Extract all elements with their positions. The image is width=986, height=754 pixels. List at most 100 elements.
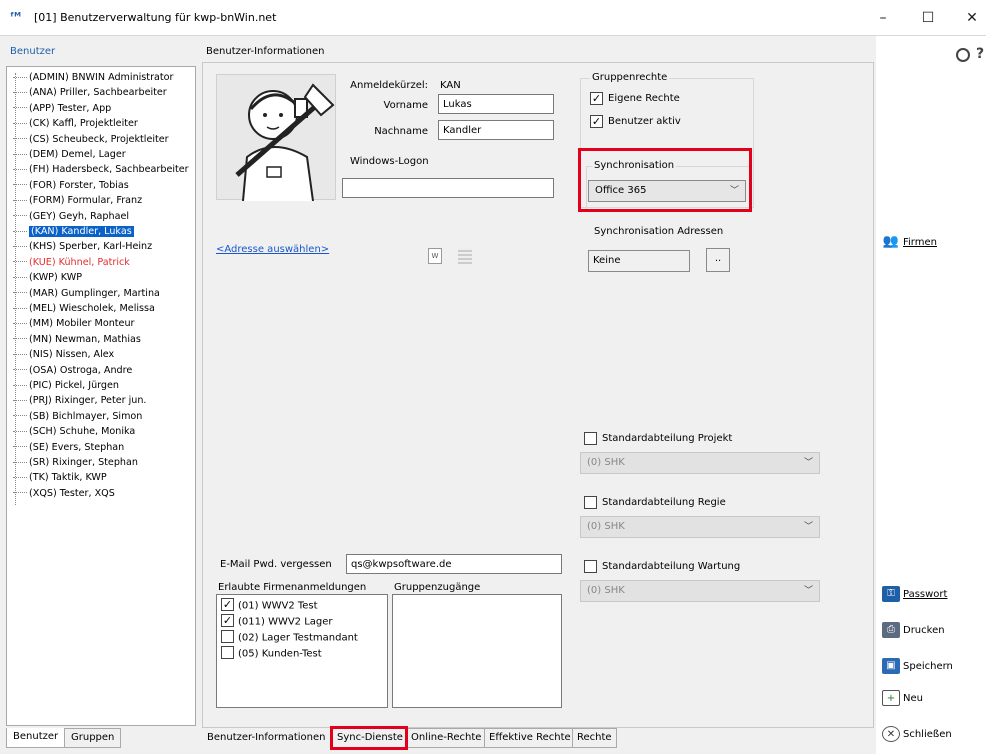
user-list-item[interactable]: (KWP) KWP — [13, 270, 82, 285]
user-list-item-label: (DEM) Demel, Lager — [29, 149, 126, 160]
std-regie-checkbox[interactable] — [584, 496, 597, 509]
close-button[interactable]: ✕ — [957, 6, 986, 30]
firma-list-item[interactable]: (05) Kunden-Test — [221, 646, 322, 661]
vorname-input[interactable] — [438, 94, 554, 114]
speichern-button[interactable]: ▣ Speichern — [882, 656, 953, 678]
firma-checkbox[interactable]: ✓ — [221, 614, 234, 627]
passwort-button[interactable]: ⚿ Passwort — [882, 584, 947, 606]
user-list-item-label: (OSA) Ostroga, Andre — [29, 364, 133, 376]
firmen-list[interactable]: ✓ (01) WWV2 Test ✓ (011) WWV2 Lager (02) Lag… — [216, 594, 388, 708]
user-list-item-label: (ADMIN) BNWIN Administrator — [29, 72, 174, 83]
std-wartung-checkbox[interactable] — [584, 560, 597, 573]
firma-label: (011) WWV2 Lager — [238, 616, 333, 628]
user-list-item-label: (PRJ) Rixinger, Peter jun. — [29, 395, 147, 407]
user-tree[interactable]: (ADMIN) BNWIN Administrator (ANA) Priller… — [6, 66, 196, 726]
neu-button[interactable]: + Neu — [882, 688, 923, 710]
user-list-item[interactable]: (NIS) Nissen, Alex — [13, 347, 114, 362]
benutzer-aktiv-checkbox[interactable]: ✓ — [590, 115, 603, 128]
user-list-item[interactable]: (FH) Hadersbeck, Sachbearbeiter — [13, 162, 189, 177]
user-list-item[interactable]: (MAR) Gumplinger, Martina — [13, 286, 160, 301]
firma-list-item[interactable]: ✓ (01) WWV2 Test — [221, 598, 318, 613]
help-icon[interactable]: ? — [976, 46, 984, 62]
nachname-input[interactable] — [438, 120, 554, 140]
maximize-button[interactable]: ☐ — [913, 6, 943, 30]
eigene-rechte-checkbox[interactable]: ✓ — [590, 92, 603, 105]
anmeldekuerzel-label: Anmeldekürzel: — [350, 80, 428, 91]
user-list-item[interactable]: (ANA) Priller, Sachbearbeiter — [13, 85, 167, 100]
std-projekt-dropdown[interactable]: (0) SHK ﹀ — [580, 452, 820, 474]
user-list-item[interactable]: (SR) Rixinger, Stephan — [13, 455, 138, 470]
user-list-item[interactable]: (XQS) Tester, XQS — [13, 486, 115, 501]
user-list-item[interactable]: (KHS) Sperber, Karl-Heinz — [13, 239, 152, 254]
user-list-item[interactable]: (DEM) Demel, Lager — [13, 147, 126, 162]
user-list-item[interactable]: (FORM) Formular, Franz — [13, 193, 142, 208]
user-list-item-label: (NIS) Nissen, Alex — [29, 349, 115, 361]
user-list-item[interactable]: (TK) Taktik, KWP — [13, 470, 107, 485]
kwp-logo-icon: ᶠᴹ — [10, 10, 22, 23]
user-list-item[interactable]: (MN) Newman, Mathias — [13, 332, 141, 347]
std-regie-dropdown[interactable]: (0) SHK ﹀ — [580, 516, 820, 538]
schliessen-button[interactable]: ✕ Schließen — [882, 724, 952, 746]
user-list-item[interactable]: (OSA) Ostroga, Andre — [13, 363, 132, 378]
user-list-item[interactable]: (PRJ) Rixinger, Peter jun. — [13, 393, 147, 408]
chevron-down-icon: ﹀ — [803, 586, 813, 596]
sync-adressen-button[interactable]: .. — [706, 248, 730, 272]
save-icon: ▣ — [882, 658, 900, 674]
user-list-item[interactable]: (APP) Tester, App — [13, 101, 111, 116]
gruppen-list[interactable] — [392, 594, 562, 708]
firma-checkbox[interactable]: ✓ — [221, 598, 234, 611]
tab-benutzer[interactable]: Benutzer — [6, 728, 66, 748]
tab-gruppen[interactable]: Gruppen — [64, 728, 122, 748]
user-list-item[interactable]: (SE) Evers, Stephan — [13, 440, 124, 455]
avatar-illustration-icon — [235, 83, 335, 202]
user-list-item-label: (SB) Bichlmayer, Simon — [29, 410, 143, 422]
tree-connector — [13, 492, 27, 494]
tree-connector — [13, 215, 27, 217]
tab-online-rechte[interactable]: Online-Rechte — [406, 728, 487, 748]
email-input[interactable] — [346, 554, 562, 574]
firma-checkbox[interactable] — [221, 630, 234, 643]
user-list-item[interactable]: (FOR) Forster, Tobias — [13, 178, 129, 193]
tree-connector — [13, 230, 27, 232]
tree-connector — [13, 430, 27, 432]
user-list-item-label: (ANA) Priller, Sachbearbeiter — [29, 87, 167, 99]
user-list-item[interactable]: (CK) Kaffl, Projektleiter — [13, 116, 138, 131]
firma-list-item[interactable]: (02) Lager Testmandant — [221, 630, 358, 645]
tree-connector — [13, 322, 27, 324]
printer-icon: ⎙ — [882, 622, 900, 638]
word-document-icon[interactable]: W — [428, 248, 442, 264]
tab-benutzer-informationen[interactable]: Benutzer-Informationen — [202, 728, 331, 748]
tree-connector — [13, 91, 27, 93]
user-list-item-label: (MM) Mobiler Monteur — [29, 318, 135, 330]
std-projekt-checkbox[interactable] — [584, 432, 597, 445]
sync-adressen-field[interactable]: Keine — [588, 250, 690, 272]
tree-connector — [13, 261, 27, 263]
firma-list-item[interactable]: ✓ (011) WWV2 Lager — [221, 614, 333, 629]
windows-logon-input[interactable] — [342, 178, 554, 198]
grid-icon[interactable] — [458, 248, 472, 264]
tab-effektive-rechte[interactable]: Effektive Rechte — [484, 728, 576, 748]
user-list-item[interactable]: (SCH) Schuhe, Monika — [13, 424, 135, 439]
user-list-item[interactable]: (ADMIN) BNWIN Administrator — [13, 70, 173, 85]
user-list-item[interactable]: (GEY) Geyh, Raphael — [13, 209, 129, 224]
minimize-button[interactable]: – — [868, 6, 898, 30]
tree-connector — [13, 476, 27, 478]
email-label: E-Mail Pwd. vergessen — [220, 559, 332, 570]
std-wartung-dropdown[interactable]: (0) SHK ﹀ — [580, 580, 820, 602]
firmen-button[interactable]: 👥 Firmen — [882, 232, 937, 254]
user-list-item[interactable]: (KUE) Kühnel, Patrick — [13, 255, 130, 270]
std-projekt-label: Standardabteilung Projekt — [602, 433, 733, 444]
user-list-item[interactable]: (MM) Mobiler Monteur — [13, 316, 134, 331]
tab-rechte[interactable]: Rechte — [572, 728, 617, 748]
firmen-label: Erlaubte Firmenanmeldungen — [218, 582, 367, 593]
firma-checkbox[interactable] — [221, 646, 234, 659]
user-list-item[interactable]: (MEL) Wiescholek, Melissa — [13, 301, 155, 316]
user-list-item[interactable]: (SB) Bichlmayer, Simon — [13, 409, 142, 424]
user-list-item[interactable]: (KAN) Kandler, Lukas — [13, 224, 134, 239]
adresse-auswaehlen-link[interactable]: <Adresse auswählen> — [216, 244, 329, 255]
drucken-button[interactable]: ⎙ Drucken — [882, 620, 945, 642]
settings-icon[interactable] — [956, 48, 970, 62]
user-list-item[interactable]: (CS) Scheubeck, Projektleiter — [13, 132, 169, 147]
user-list-item[interactable]: (PIC) Pickel, Jürgen — [13, 378, 119, 393]
tree-connector — [13, 122, 27, 124]
